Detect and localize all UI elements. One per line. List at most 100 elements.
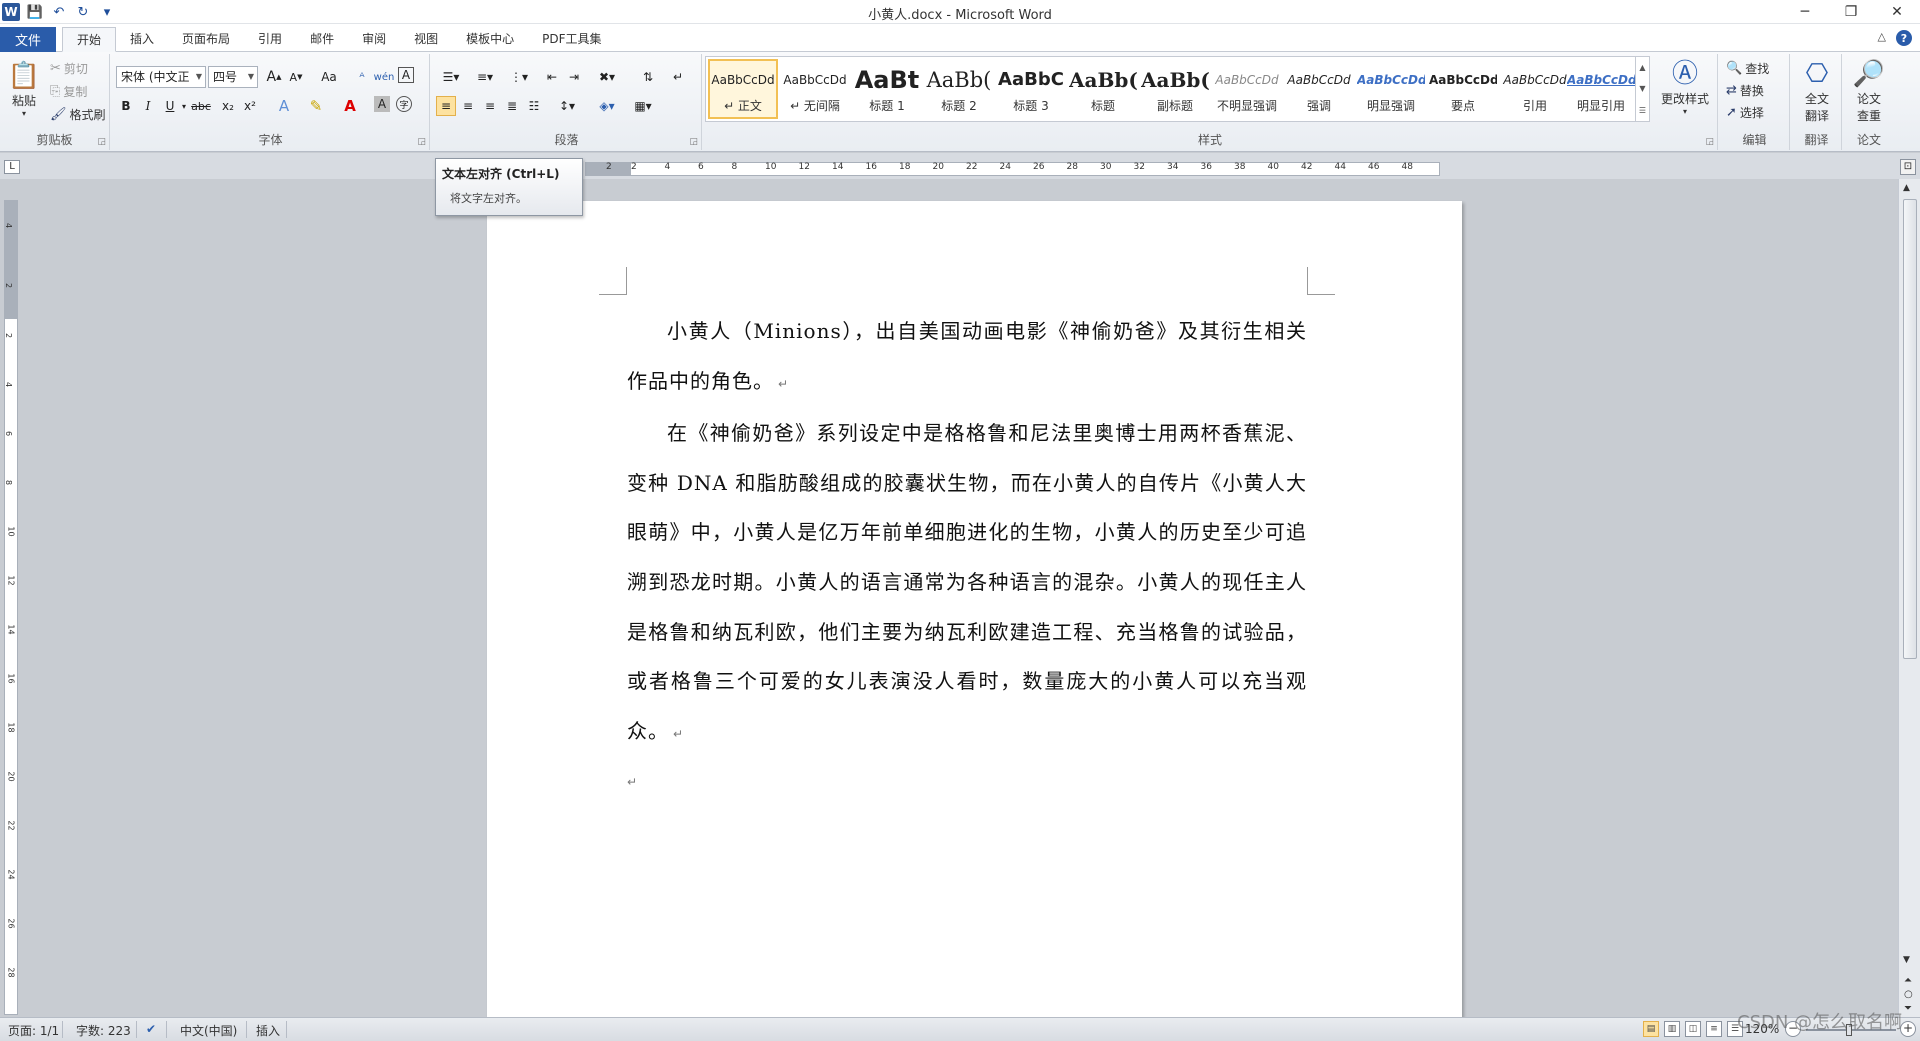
tab-view[interactable]: 视图 [400, 27, 452, 52]
tab-insert[interactable]: 插入 [116, 27, 168, 52]
increase-indent-icon[interactable]: ⇥ [564, 67, 584, 87]
grow-font-button[interactable]: A ▲ [264, 67, 284, 87]
chinese-layout-icon[interactable]: ✖▾ [592, 67, 622, 87]
scroll-down-icon[interactable]: ▼ [1903, 955, 1910, 965]
clear-format-icon[interactable]: ᴬ [352, 67, 372, 87]
style-item-emphasis[interactable]: AaBbCcDd 强调 [1284, 59, 1354, 119]
prev-page-icon[interactable]: ⏶ [1904, 975, 1912, 986]
style-item-no-spacing[interactable]: AaBbCcDd ↵ 无间隔 [780, 59, 850, 119]
bullets-icon[interactable]: ☰▾ [436, 67, 466, 87]
style-item-strong[interactable]: AaBbCcDd 要点 [1428, 59, 1498, 119]
cut-button[interactable]: ✂ 剪切 [50, 60, 88, 77]
numbering-icon[interactable]: ≡▾ [470, 67, 500, 87]
vertical-scrollbar[interactable]: ▲ ▼ ⏶ ○ ⏷ [1898, 179, 1920, 1017]
style-item-subtle-emphasis[interactable]: AaBbCcDd 不明显强调 [1212, 59, 1282, 119]
tab-stop-selector[interactable]: L [4, 160, 20, 174]
style-item-subtitle[interactable]: AaBb( 副标题 [1140, 59, 1210, 119]
change-styles-button[interactable]: Ⓐ 更改样式 ▾ [1658, 58, 1712, 116]
align-center-button[interactable]: ≡ [458, 96, 478, 116]
full-translate-button[interactable]: ⎔ 全文 翻译 [1796, 58, 1838, 124]
close-button[interactable]: ✕ [1874, 0, 1920, 24]
find-button[interactable]: 🔍 查找 [1726, 60, 1769, 77]
paste-dropdown-icon[interactable]: ▾ [22, 109, 26, 118]
copy-button[interactable]: ⎘ 复制 [50, 83, 87, 100]
sort-icon[interactable]: ⇅ [638, 67, 658, 87]
language[interactable]: 中文(中国) [180, 1022, 237, 1039]
word-count[interactable]: 字数: 223 [76, 1022, 131, 1039]
minimize-button[interactable]: ─ [1782, 0, 1828, 24]
tab-home[interactable]: 开始 [62, 27, 117, 52]
empty-paragraph[interactable]: ↵ [627, 759, 1307, 799]
styles-launcher-icon[interactable]: ◲ [1705, 137, 1714, 147]
align-left-button[interactable]: ≡ [436, 96, 456, 116]
style-item-title[interactable]: AaBb( 标题 [1068, 59, 1138, 119]
show-marks-icon[interactable]: ↵ [668, 67, 688, 87]
style-item-normal[interactable]: AaBbCcDd ↵ 正文 [708, 59, 778, 119]
highlight-icon[interactable]: ✎ [306, 96, 326, 116]
style-item-heading-2[interactable]: AaBb( 标题 2 [924, 59, 994, 119]
select-button[interactable]: ➚ 选择 [1726, 104, 1764, 121]
page-count[interactable]: 页面: 1/1 [8, 1022, 59, 1039]
styles-gallery-scroll[interactable]: ▲ ▼ ☰ [1635, 57, 1649, 121]
clipboard-launcher-icon[interactable]: ◲ [97, 137, 106, 147]
restore-button[interactable]: ❐ [1828, 0, 1874, 24]
italic-button[interactable]: I [138, 96, 158, 116]
tab-file[interactable]: 文件 [0, 27, 56, 52]
chevron-down-icon[interactable]: ▼ [1639, 84, 1645, 93]
font-size-combo[interactable]: 四号 ▼ [208, 66, 258, 88]
shading-icon[interactable]: ◈▾ [592, 96, 622, 116]
paste-button[interactable]: 📋 粘贴 ▾ [4, 60, 44, 118]
font-launcher-icon[interactable]: ◲ [417, 137, 426, 147]
phonetic-guide-icon[interactable]: wén [374, 67, 395, 87]
zoom-in-button[interactable]: + [1900, 1021, 1916, 1037]
paper-check-button[interactable]: 🔎 论文 查重 [1848, 58, 1890, 124]
char-shading-icon[interactable]: A [374, 96, 390, 112]
next-page-icon[interactable]: ⏷ [1904, 1003, 1912, 1014]
document-body[interactable]: 小黄人（Minions），出自美国动画电影《神偷奶爸》及其衍生相关作品中的角色。… [627, 307, 1307, 799]
outline-icon[interactable]: ≡ [1706, 1021, 1722, 1037]
change-case-button[interactable]: Aa [316, 67, 342, 87]
align-right-button[interactable]: ≡ [480, 96, 500, 116]
tab-template-center[interactable]: 模板中心 [452, 27, 528, 52]
tab-references[interactable]: 引用 [244, 27, 296, 52]
style-item-heading-3[interactable]: AaBbC 标题 3 [996, 59, 1066, 119]
paragraph-launcher-icon[interactable]: ◲ [689, 137, 698, 147]
chevron-up-icon[interactable]: ▲ [1639, 63, 1645, 72]
more-icon[interactable]: ☰ [1639, 106, 1646, 115]
text-effects-icon[interactable]: A [274, 96, 294, 116]
shrink-font-button[interactable]: A ▼ [286, 67, 306, 87]
char-border-icon[interactable]: A [398, 67, 414, 83]
view-ruler-icon[interactable]: ⊡ [1900, 159, 1916, 175]
multilevel-list-icon[interactable]: ⋮▾ [504, 67, 534, 87]
format-painter-button[interactable]: 🖌 格式刷 [50, 106, 106, 123]
replace-button[interactable]: ⇄ 替换 [1726, 82, 1764, 99]
distributed-button[interactable]: ☷ [524, 96, 544, 116]
tab-page-layout[interactable]: 页面布局 [168, 27, 244, 52]
style-item-intense-emphasis[interactable]: AaBbCcDd 明显强调 [1356, 59, 1426, 119]
paragraph[interactable]: 在《神偷奶爸》系列设定中是格格鲁和尼法里奥博士用两杯香蕉泥、变种 DNA 和脂肪… [627, 409, 1307, 759]
document-page[interactable]: 小黄人（Minions），出自美国动画电影《神偷奶爸》及其衍生相关作品中的角色。… [487, 201, 1462, 1017]
font-name-combo[interactable]: 宋体 (中文正 ▼ [116, 66, 206, 88]
tab-pdf-tools[interactable]: PDF工具集 [528, 27, 615, 52]
strikethrough-button[interactable]: abc [188, 96, 214, 116]
font-color-icon[interactable]: A [340, 96, 360, 116]
subscript-button[interactable]: x₂ [218, 96, 238, 116]
style-item-quote[interactable]: AaBbCcDd 引用 [1500, 59, 1570, 119]
minimize-ribbon-icon[interactable]: △ [1878, 30, 1886, 46]
vertical-ruler[interactable]: 4 2 2 4 6 8 10 12 14 16 18 20 22 24 26 28 [4, 200, 18, 1015]
full-screen-reading-icon[interactable]: ▥ [1664, 1021, 1680, 1037]
decrease-indent-icon[interactable]: ⇤ [542, 67, 562, 87]
style-item-heading-1[interactable]: AaBt 标题 1 [852, 59, 922, 119]
enclose-char-icon[interactable]: 字 [396, 96, 412, 112]
scroll-up-icon[interactable]: ▲ [1903, 183, 1910, 193]
style-item-intense-quote[interactable]: AaBbCcDd 明显引用 [1566, 59, 1636, 119]
bold-button[interactable]: B [116, 96, 136, 116]
justify-button[interactable]: ≣ [502, 96, 522, 116]
insert-mode[interactable]: 插入 [256, 1022, 280, 1039]
line-spacing-icon[interactable]: ↕▾ [552, 96, 582, 116]
help-icon[interactable]: ? [1896, 30, 1912, 46]
tab-review[interactable]: 审阅 [348, 27, 400, 52]
paragraph[interactable]: 小黄人（Minions），出自美国动画电影《神偷奶爸》及其衍生相关作品中的角色。… [627, 307, 1307, 409]
borders-icon[interactable]: ▦▾ [628, 96, 658, 116]
proofing-icon[interactable]: ✔ [146, 1022, 156, 1036]
